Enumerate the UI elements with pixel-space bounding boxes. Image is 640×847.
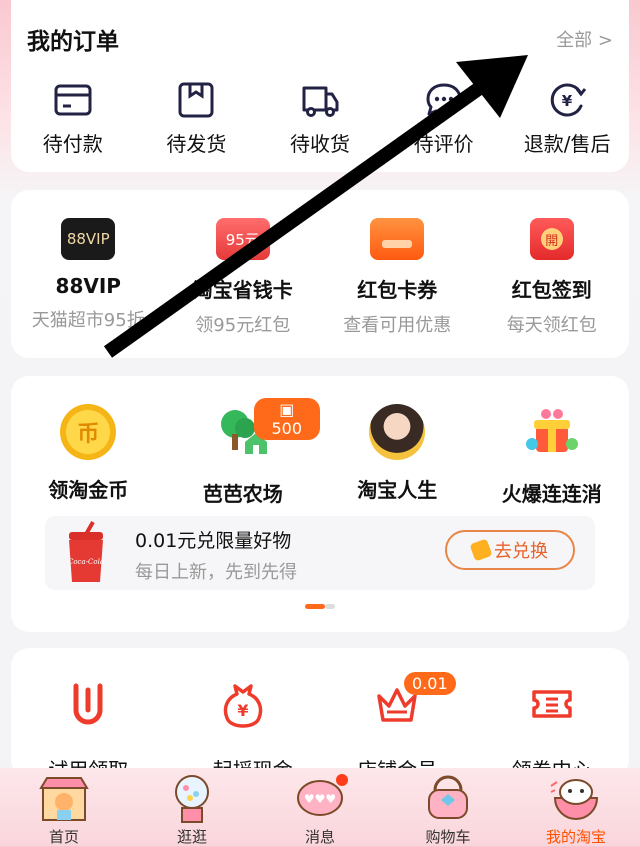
svg-text:♥♥♥: ♥♥♥ (304, 792, 336, 806)
tab-my-taobao[interactable]: 我的淘宝 (512, 768, 640, 846)
membership-price-badge: 0.01 (404, 672, 456, 695)
saving-card-badge-text: 95元 (225, 230, 260, 249)
coupon-icon (532, 690, 572, 718)
activities-card: 币 领淘金币 ▣ 500 芭芭农场 淘宝人生 火爆连连消 Coca-Cola 0… (11, 376, 629, 632)
coupons-entry[interactable]: 红包卡券 查看可用优惠 (320, 218, 475, 337)
svg-text:¥: ¥ (562, 92, 573, 110)
tab-home-label: 首页 (48, 828, 79, 846)
order-pending-shipment[interactable]: 待发货 (135, 80, 259, 157)
vip-title: 88VIP (55, 274, 121, 298)
carousel-dot (325, 604, 335, 609)
money-bag-glyph: ¥ (237, 701, 248, 720)
carousel-dot-active (305, 604, 325, 609)
tab-my-taobao-label: 我的淘宝 (545, 828, 606, 846)
orders-title: 我的订单 (27, 29, 119, 55)
ticket-icon (469, 538, 493, 562)
promo-title: 0.01元兑限量好物 (135, 530, 292, 552)
farm-coin-badge: ▣ 500 (253, 398, 320, 440)
gold-coin-icon: 币 (60, 404, 117, 460)
gold-coin-label: 领淘金币 (48, 478, 129, 502)
gold-coin-glyph: 币 (77, 422, 100, 447)
order-label: 待收货 (289, 132, 350, 156)
refund-icon: ¥ (550, 83, 587, 117)
match-game-entry[interactable]: 火爆连连消 (475, 404, 630, 507)
coupons-subtitle: 查看可用优惠 (343, 315, 452, 336)
saving-card-badge: 95元 (215, 218, 270, 260)
services-card: 试用领取 ¥ 一起摇现金 0.01 店铺会员 领券中心 (11, 648, 629, 782)
match-game-label: 火爆连连消 (501, 482, 602, 506)
wallet-icon (54, 84, 92, 116)
redeem-button-label: 去兑换 (494, 541, 548, 562)
taobao-life-label: 淘宝人生 (357, 478, 438, 502)
vip-subtitle: 天猫超市95折 (31, 310, 145, 331)
tab-messages[interactable]: ♥♥♥ 消息 (256, 768, 384, 846)
carousel-indicator (305, 604, 335, 609)
order-pending-payment[interactable]: 待付款 (11, 80, 135, 157)
promo-subtitle: 每日上新，先到先得 (135, 562, 297, 583)
unread-dot (336, 774, 348, 786)
red-envelope-icon: 開 (529, 218, 574, 260)
redeem-button[interactable]: 去兑换 (445, 530, 575, 570)
taobao-life-entry[interactable]: 淘宝人生 (320, 404, 475, 507)
checkin-title: 红包签到 (511, 278, 592, 302)
farm-entry[interactable]: ▣ 500 芭芭农场 (166, 398, 320, 507)
package-icon (178, 82, 214, 118)
bottom-tab-bar: 首页 逛逛 ♥♥♥ 消息 购物车 我的淘宝 (0, 768, 640, 846)
order-refund[interactable]: ¥ 退款/售后 (505, 80, 629, 157)
trial-icon (73, 683, 103, 725)
orders-view-all-link[interactable]: 全部 > (556, 26, 613, 52)
gumball-machine-icon (175, 775, 209, 823)
farm-badge-text: 500 (271, 419, 303, 438)
tab-home[interactable]: 首页 (0, 768, 128, 846)
red-envelope-folder-icon (370, 218, 425, 260)
order-label: 待评价 (413, 132, 474, 156)
gift-box-icon (525, 409, 578, 452)
checkin-subtitle: 每天领红包 (506, 315, 597, 336)
coupons-title: 红包卡券 (357, 278, 438, 302)
saving-card-entry[interactable]: 95元 淘宝省钱卡 领95元红包 (166, 218, 321, 337)
tab-messages-label: 消息 (304, 828, 335, 846)
avatar-girl-icon (369, 404, 426, 460)
gold-coin-entry[interactable]: 币 领淘金币 (11, 404, 166, 507)
order-pending-review[interactable]: 待评价 (382, 80, 506, 157)
money-bag-icon: ¥ (223, 684, 263, 728)
shop-cat-icon (39, 777, 89, 821)
truck-icon (302, 86, 339, 117)
vip-badge: 88VIP (61, 218, 116, 260)
saving-card-subtitle: 领95元红包 (195, 315, 291, 336)
chat-icon (426, 83, 462, 116)
farm-label: 芭芭农场 (202, 482, 283, 506)
cola-cup-image: Coca-Cola (68, 521, 104, 582)
my-orders-card: 我的订单 全部 > 待付款 待发货 待收货 待评价 ¥ 退款/售后 (11, 0, 629, 172)
vip-88-entry[interactable]: 88VIP 88VIP 天猫超市95折 (11, 218, 166, 337)
cat-bowl-icon (550, 779, 599, 820)
tab-cart-label: 购物车 (425, 828, 471, 846)
benefits-card: 88VIP 88VIP 天猫超市95折 95元 淘宝省钱卡 领95元红包 红包卡… (11, 190, 629, 358)
red-envelope-seal: 開 (540, 228, 563, 250)
vip-badge-text: 88VIP (66, 230, 110, 248)
order-pending-receipt[interactable]: 待收货 (258, 80, 382, 157)
tab-explore-label: 逛逛 (176, 828, 207, 846)
tab-explore[interactable]: 逛逛 (128, 768, 256, 846)
tab-cart[interactable]: 购物车 (384, 768, 512, 846)
order-label: 待发货 (166, 132, 227, 156)
checkin-entry[interactable]: 開 红包签到 每天领红包 (475, 218, 630, 337)
redeem-promo-banner[interactable]: Coca-Cola 0.01元兑限量好物 每日上新，先到先得 去兑换 (45, 516, 595, 590)
cup-brand-text: Coca-Cola (68, 558, 104, 566)
order-label: 退款/售后 (523, 132, 611, 156)
order-label: 待付款 (42, 132, 103, 156)
purse-icon (428, 775, 468, 819)
saving-card-title: 淘宝省钱卡 (192, 278, 293, 302)
